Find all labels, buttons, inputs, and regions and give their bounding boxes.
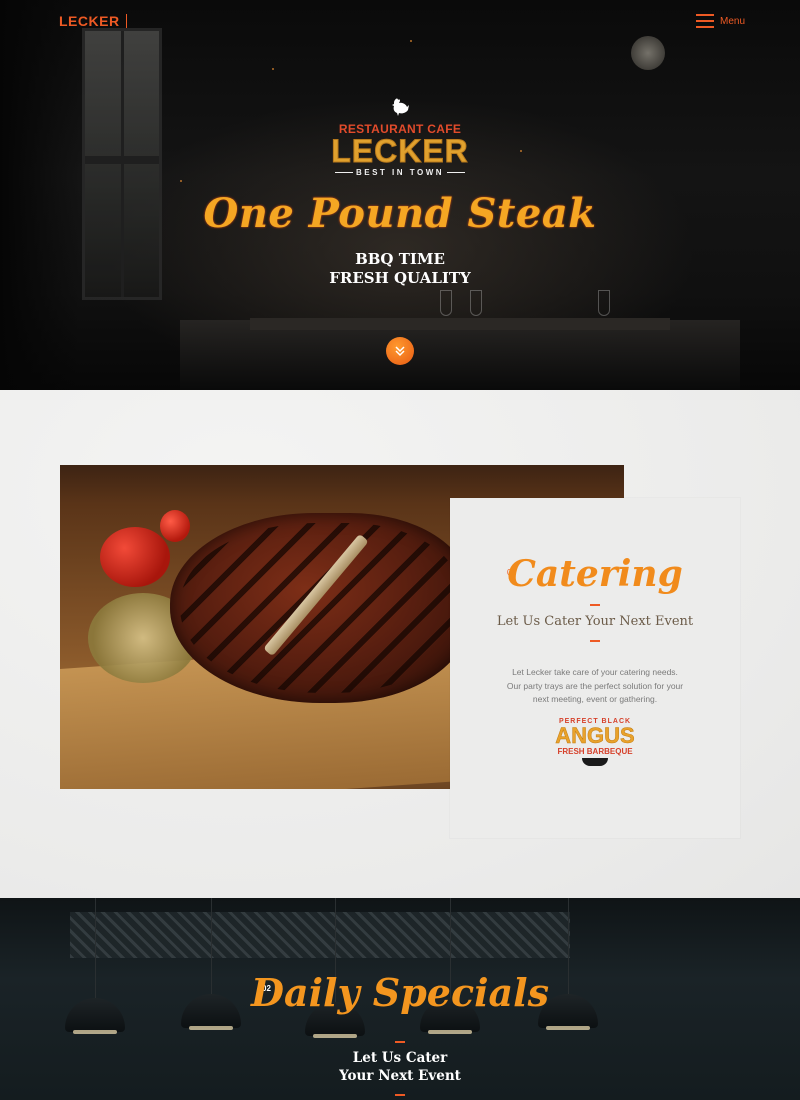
hamburger-icon (696, 14, 714, 28)
specials-line-2: Your Next Event (339, 1068, 461, 1084)
badge-sub-text: FRESH BARBEQUE (557, 747, 633, 756)
logo-name: LECKER (331, 133, 469, 169)
scroll-down-button[interactable] (386, 337, 414, 365)
chevron-down-double-icon (395, 346, 405, 357)
hero-section: LECKER Menu RESTAURANT CAFE LECKER BEST … (0, 0, 800, 390)
ember-dot (272, 68, 274, 70)
ember-dot (410, 40, 412, 42)
bowl-icon (582, 758, 608, 766)
specials-section: 02 Daily Specials Let Us Cater Your Next… (0, 898, 800, 1100)
wall-lamp-image (631, 36, 665, 70)
divider (590, 604, 600, 606)
lamp-cord (211, 898, 212, 994)
chicken-icon (392, 98, 409, 116)
divider (590, 640, 600, 642)
catering-title: Catering (507, 553, 683, 595)
ceiling-panel-image (70, 912, 570, 958)
pendant-lamp-image (181, 994, 241, 1030)
wine-glass-image (598, 290, 610, 316)
catering-description: Let Lecker take care of your catering ne… (506, 667, 684, 704)
wine-glass-image (470, 290, 482, 316)
pendant-lamp-image (65, 998, 125, 1034)
window-image (82, 28, 162, 300)
catering-card: 01 Catering Let Us Cater Your Next Event… (450, 498, 740, 838)
badge-name: ANGUS (555, 723, 635, 748)
ember-dot (180, 180, 182, 182)
specials-title: Daily Specials (251, 970, 549, 1015)
tomato-image (160, 510, 190, 542)
logo-subline-text: BEST IN TOWN (355, 168, 445, 177)
lamp-cord (568, 898, 569, 994)
table-top-image (250, 318, 670, 330)
hero-script-title: One Pound Steak (203, 190, 597, 237)
menu-button[interactable]: Menu (696, 14, 745, 28)
catering-subtitle: Let Us Cater Your Next Event (496, 614, 694, 629)
divider (395, 1041, 405, 1043)
logo-subline: BEST IN TOWN (330, 168, 470, 177)
specials-line-1: Let Us Cater (352, 1050, 448, 1066)
brand-logo-link[interactable]: LECKER (59, 14, 127, 28)
hero-line-2: FRESH QUALITY (329, 269, 471, 287)
divider (395, 1094, 405, 1096)
steak-image (170, 513, 470, 703)
restaurant-logo: RESTAURANT CAFE LECKER BEST IN TOWN (330, 96, 470, 177)
angus-badge: PERFECT BLACK ANGUS FRESH BARBEQUE (545, 718, 645, 766)
ember-dot (520, 150, 522, 152)
catering-section: 01 Catering Let Us Cater Your Next Event… (0, 390, 800, 898)
wall-shadow (0, 0, 80, 390)
lamp-cord (95, 898, 96, 998)
hero-line-1: BBQ TIME (355, 250, 445, 268)
wine-glass-image (440, 290, 452, 316)
dining-table-image (180, 320, 740, 390)
menu-label: Menu (720, 15, 746, 27)
tomato-image (100, 527, 170, 587)
